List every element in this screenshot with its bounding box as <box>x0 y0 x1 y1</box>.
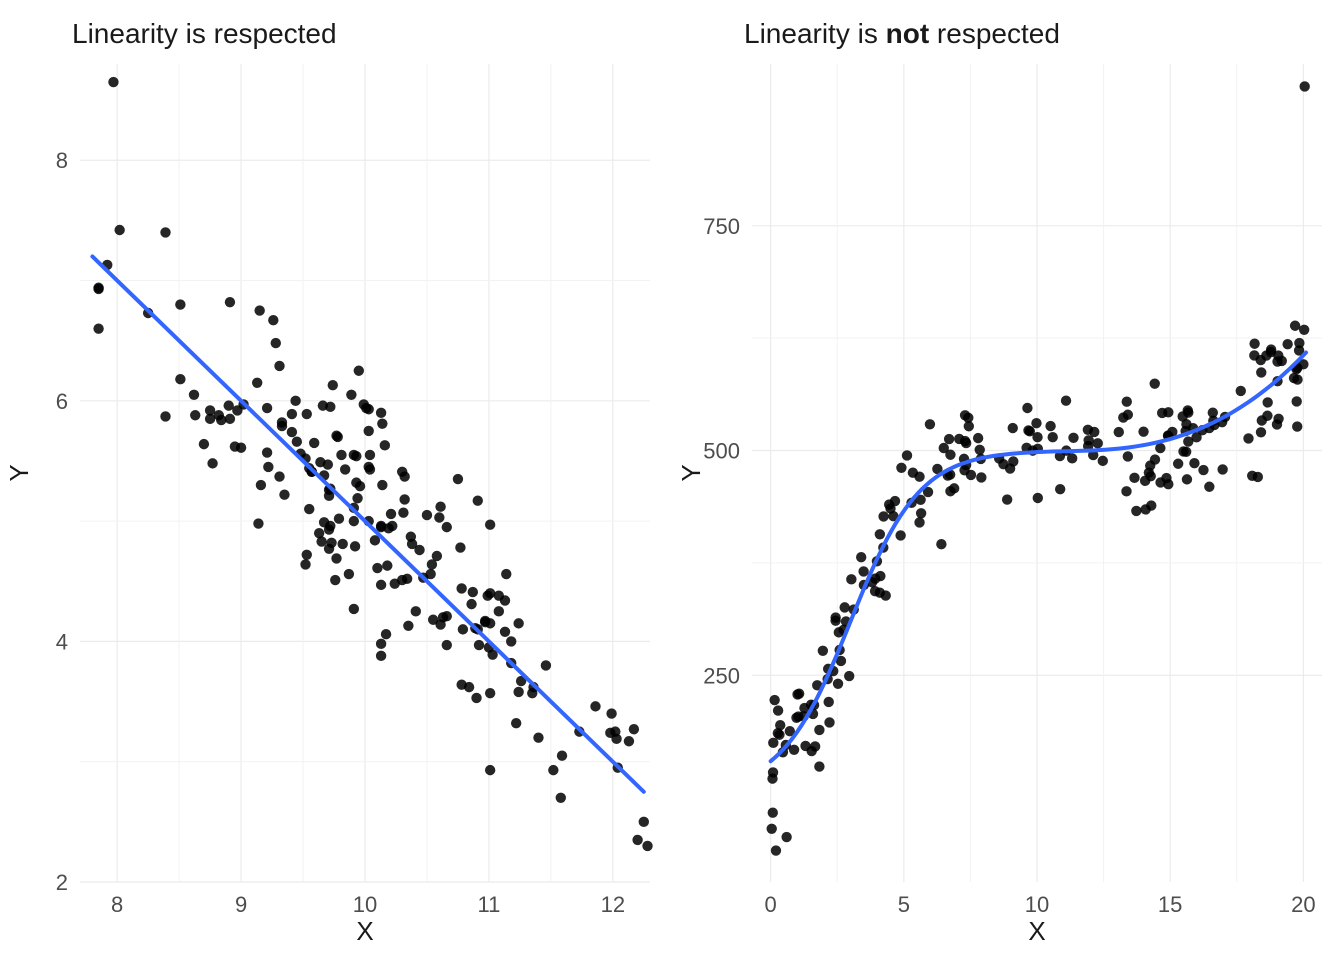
svg-text:10: 10 <box>1025 892 1049 917</box>
right-panel: Linearity is not respected 0 5 10 15 20 250 50… <box>672 0 1344 960</box>
x-axis: 0 5 10 15 20 <box>765 882 1316 917</box>
svg-text:0: 0 <box>765 892 777 917</box>
svg-text:8: 8 <box>56 148 68 173</box>
left-panel: Linearity is respected 8 9 10 11 12 2 4 6 8 X Y <box>0 0 672 960</box>
svg-text:8: 8 <box>111 892 123 917</box>
svg-text:9: 9 <box>235 892 247 917</box>
figure: Linearity is respected 8 9 10 11 12 2 4 6 8 X Y Li… <box>0 0 1344 960</box>
x-axis-label: X <box>356 916 373 946</box>
y-axis-label: Y <box>680 464 706 481</box>
y-axis-label: Y <box>8 464 34 481</box>
svg-text:15: 15 <box>1158 892 1182 917</box>
y-axis: 2 4 6 8 <box>56 148 80 895</box>
x-axis: 8 9 10 11 12 <box>111 882 625 917</box>
svg-text:2: 2 <box>56 870 68 895</box>
svg-text:12: 12 <box>601 892 625 917</box>
left-chart: 8 9 10 11 12 2 4 6 8 X Y <box>8 54 664 954</box>
svg-text:10: 10 <box>353 892 377 917</box>
y-axis: 250 500 750 <box>703 214 752 688</box>
right-title-emph: not <box>886 18 930 49</box>
x-axis-label: X <box>1028 916 1045 946</box>
svg-text:250: 250 <box>703 663 740 688</box>
left-title: Linearity is respected <box>72 18 664 50</box>
svg-text:11: 11 <box>477 892 500 917</box>
svg-text:4: 4 <box>56 629 68 654</box>
right-title-suffix: respected <box>929 18 1060 49</box>
svg-text:6: 6 <box>56 389 68 414</box>
right-title-prefix: Linearity is <box>744 18 886 49</box>
svg-text:750: 750 <box>703 214 740 239</box>
right-chart: 0 5 10 15 20 250 500 750 X Y <box>680 54 1336 954</box>
right-title: Linearity is not respected <box>744 18 1336 50</box>
svg-text:500: 500 <box>703 439 740 464</box>
svg-text:5: 5 <box>898 892 910 917</box>
svg-text:20: 20 <box>1291 892 1315 917</box>
